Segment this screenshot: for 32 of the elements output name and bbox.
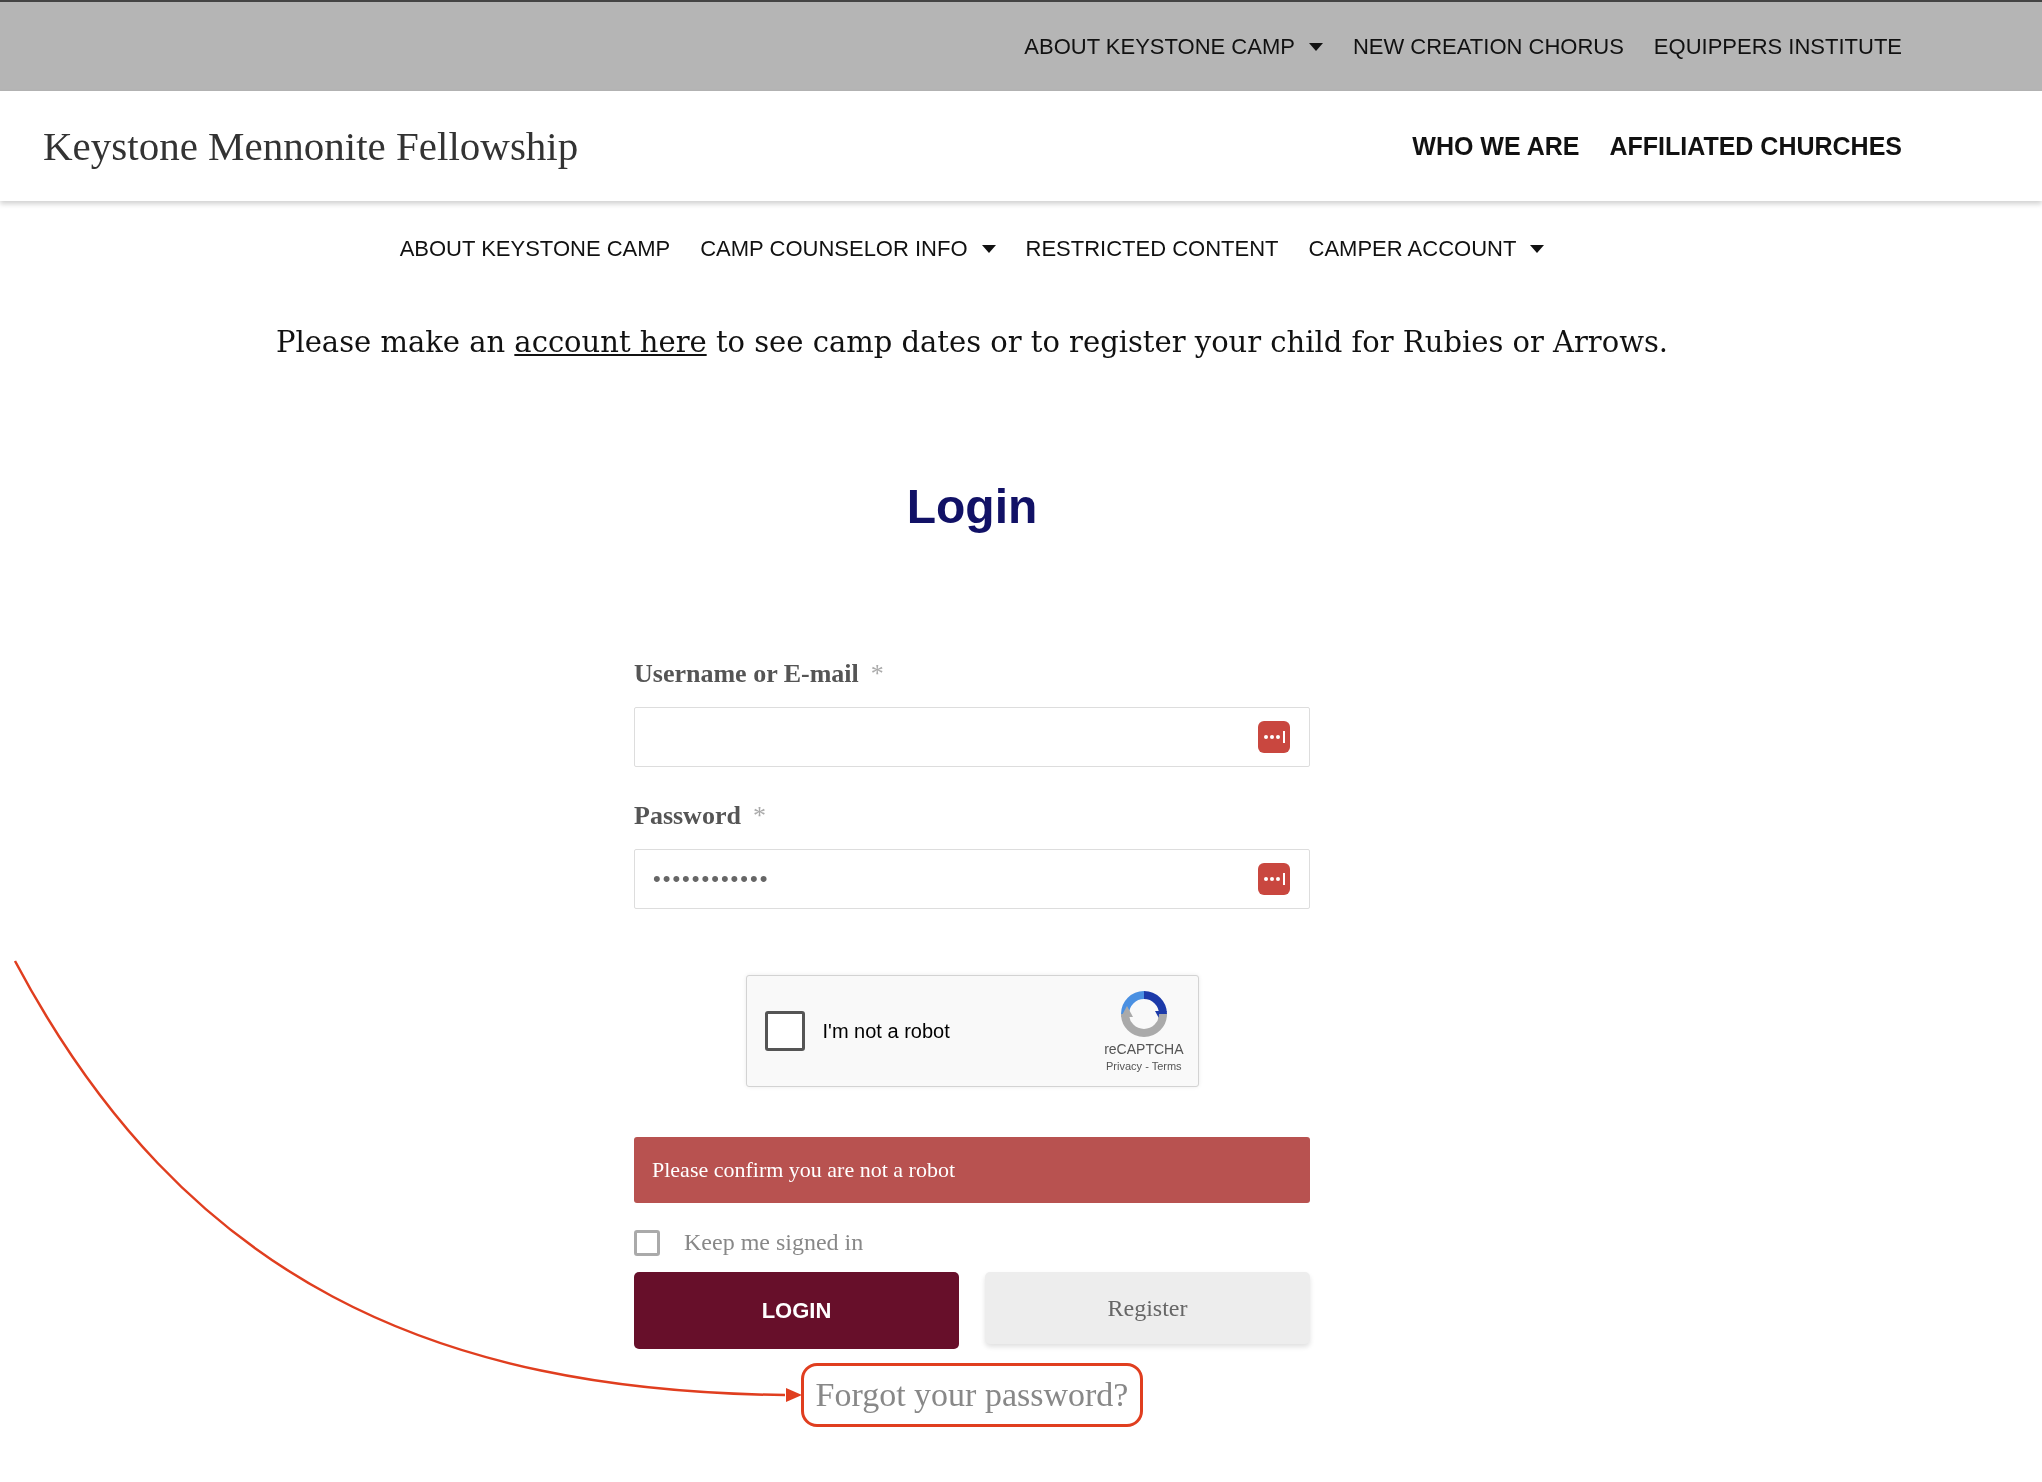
notice-text: Please make an account here to see camp dates or to register your child for Rubies or Arrows. <box>274 325 1670 359</box>
nav-link[interactable]: WHO WE ARE <box>1412 131 1580 161</box>
nav-link[interactable]: CAMPER ACCOUNT <box>1308 236 1545 262</box>
nav-link[interactable]: AFFILIATED CHURCHES <box>1609 131 1902 161</box>
forgot-password-link[interactable]: Forgot your password? <box>815 1376 1129 1414</box>
error-message: Please confirm you are not a robot <box>634 1137 1310 1203</box>
nav-link[interactable]: ABOUT KEYSTONE CAMP <box>399 236 671 262</box>
captcha-label: I'm not a robot <box>822 1019 951 1043</box>
dots-icon[interactable] <box>1258 721 1290 753</box>
required-mark: * <box>752 801 766 831</box>
nav-link[interactable]: CAMP COUNSELOR INFO <box>700 236 996 262</box>
remember-label[interactable]: Keep me signed in <box>684 1229 864 1256</box>
captcha-links[interactable]: Privacy - Terms <box>1106 1059 1182 1072</box>
recaptcha-icon <box>1120 990 1167 1037</box>
nav-link[interactable]: RESTRICTED CONTENT <box>1025 236 1279 262</box>
site-title[interactable]: Keystone Mennonite Fellowship <box>43 122 579 170</box>
field-label: Username or E-mail <box>634 659 859 689</box>
username-field[interactable] <box>634 707 1310 767</box>
remember-checkbox[interactable] <box>634 1229 660 1256</box>
nav-link[interactable]: NEW CREATION CHORUS <box>1352 33 1624 60</box>
login-button[interactable]: LOGIN <box>634 1272 959 1349</box>
nav-link[interactable]: ABOUT KEYSTONE CAMP <box>1024 33 1323 60</box>
captcha-brand: reCAPTCHA <box>1104 1040 1184 1057</box>
login-heading: Login <box>905 479 1039 534</box>
password-field[interactable]: •••••••••••• <box>634 849 1310 909</box>
nav-link[interactable]: EQUIPPERS INSTITUTE <box>1653 33 1902 60</box>
field-label: Password <box>634 801 741 831</box>
register-button[interactable]: Register <box>985 1272 1310 1344</box>
dots-icon[interactable] <box>1258 863 1290 895</box>
captcha-checkbox[interactable] <box>764 1011 805 1051</box>
account-link[interactable]: account here <box>514 325 707 359</box>
required-mark: * <box>870 659 884 689</box>
